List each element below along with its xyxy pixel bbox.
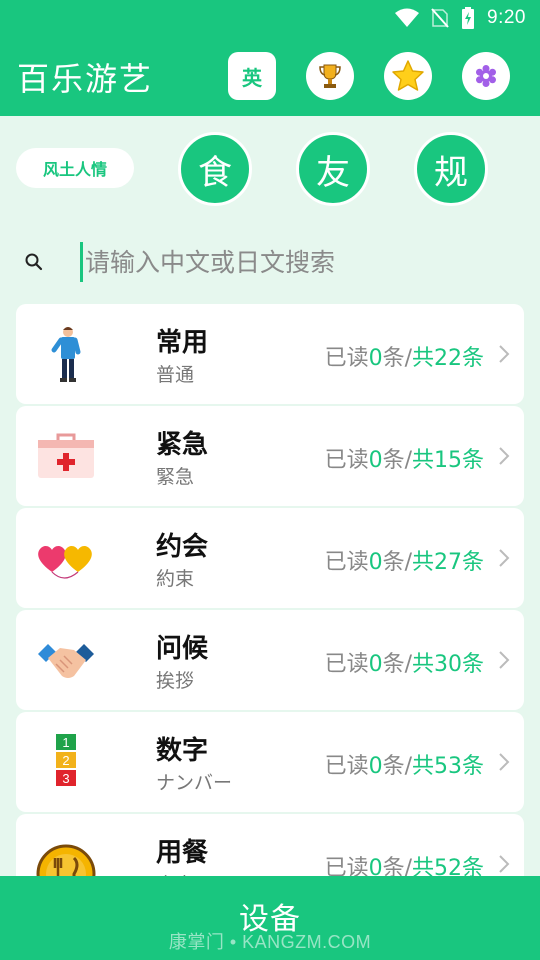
settings-button[interactable]	[462, 52, 510, 100]
list-item[interactable]: 1 2 3 数字 ナンバー 已读0条/共53条	[16, 712, 524, 812]
chevron-right-icon	[499, 447, 510, 465]
search-bar	[0, 236, 540, 288]
chevron-right-icon	[499, 651, 510, 669]
list-item-subtitle: 約束	[156, 568, 195, 590]
watermark: 康掌门 • KANGZM.COM	[168, 932, 372, 952]
category-chip-customs[interactable]: 风土人情	[16, 148, 134, 188]
list-item[interactable]: 约会 約束 已读0条/共27条	[16, 508, 524, 608]
chevron-right-icon	[499, 549, 510, 567]
favorites-button[interactable]	[384, 52, 432, 100]
category-food-button[interactable]: 食	[178, 132, 252, 206]
list-item-title: 紧急	[156, 430, 209, 460]
list-item-title: 用餐	[156, 838, 209, 868]
svg-text:1: 1	[62, 735, 69, 750]
list-item-subtitle: 挨拶	[156, 670, 195, 692]
first-aid-kit-icon	[38, 433, 94, 478]
list-item-subtitle: ナンバー	[156, 772, 233, 794]
list-item-subtitle: 普通	[156, 364, 195, 386]
category-rules-button[interactable]: 规	[414, 132, 488, 206]
trophy-icon	[319, 64, 341, 88]
svg-text:3: 3	[62, 771, 69, 786]
list-item[interactable]: 紧急 緊急 已读0条/共15条	[16, 406, 524, 506]
list-item[interactable]: 问候 挨拶 已读0条/共30条	[16, 610, 524, 710]
list-item-subtitle: 緊急	[156, 466, 195, 488]
list-item-title: 数字	[156, 736, 209, 766]
category-friends-button[interactable]: 友	[296, 132, 370, 206]
chevron-right-icon	[499, 855, 510, 873]
hearts-icon	[38, 546, 92, 579]
trophy-button[interactable]	[306, 52, 354, 100]
settings-gear-icon	[476, 65, 496, 87]
list-item-title: 问候	[156, 634, 209, 664]
battery-charging-icon	[462, 7, 475, 29]
app-title: 百乐游艺	[17, 60, 154, 98]
handshake-icon	[38, 644, 94, 678]
search-input[interactable]	[80, 242, 500, 282]
svg-text:2: 2	[62, 753, 69, 768]
search-icon[interactable]	[24, 252, 44, 272]
status-time: 9:20	[487, 7, 526, 28]
no-signal-icon	[431, 8, 449, 28]
wifi-icon	[395, 8, 420, 27]
chevron-right-icon	[499, 753, 510, 771]
read-progress: 已读0条/共30条	[324, 652, 484, 677]
app-bar: 百乐游艺 英	[0, 36, 540, 116]
read-progress: 已读0条/共15条	[324, 448, 484, 473]
status-bar: 9:20	[0, 0, 540, 36]
numbers-icon: 1 2 3	[56, 734, 76, 786]
list-item-title: 约会	[156, 532, 209, 562]
person-icon	[51, 327, 81, 382]
read-progress: 已读0条/共53条	[324, 754, 484, 779]
read-progress: 已读0条/共22条	[324, 346, 484, 371]
star-icon	[392, 60, 424, 91]
chevron-right-icon	[499, 345, 510, 363]
list-item-title: 常用	[156, 328, 209, 358]
list-item[interactable]: 常用 普通 已读0条/共22条	[16, 304, 524, 404]
language-toggle-button[interactable]: 英	[228, 52, 276, 100]
read-progress: 已读0条/共27条	[324, 550, 484, 575]
